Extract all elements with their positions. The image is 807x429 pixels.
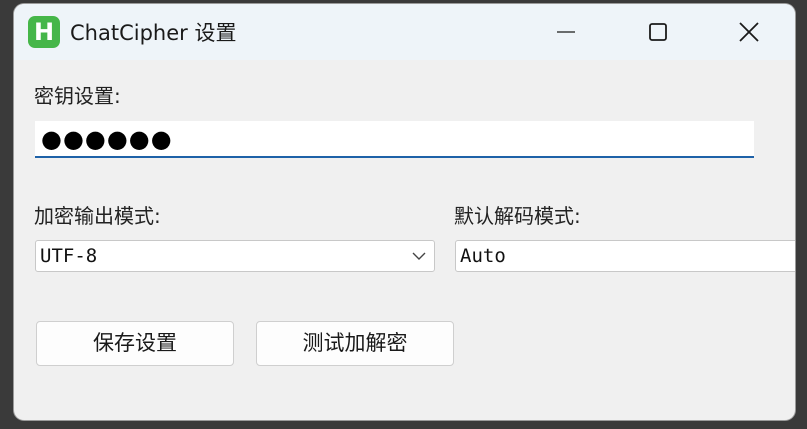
default-decode-mode-value: Auto xyxy=(460,245,506,267)
password-mask: ●●●●●● xyxy=(41,125,173,153)
test-encrypt-decrypt-button[interactable]: 测试加解密 xyxy=(256,321,454,366)
encrypt-output-mode-value: UTF-8 xyxy=(40,245,98,267)
encrypt-output-mode-select[interactable]: UTF-8 xyxy=(35,240,435,272)
close-icon xyxy=(739,22,759,42)
app-logo-icon: H xyxy=(28,16,60,48)
chevron-down-icon xyxy=(412,252,426,260)
settings-window: H ChatCipher 设置 密钥设置: ●●●●●● 加密输出模式: UTF… xyxy=(14,4,795,420)
default-decode-mode-label: 默认解码模式: xyxy=(454,204,581,228)
key-settings-label: 密钥设置: xyxy=(34,84,121,108)
save-settings-button[interactable]: 保存设置 xyxy=(36,321,234,366)
maximize-button[interactable] xyxy=(612,4,704,60)
window-title: ChatCipher 设置 xyxy=(70,21,237,45)
minimize-icon xyxy=(557,31,575,33)
key-password-input[interactable]: ●●●●●● xyxy=(35,121,754,158)
default-decode-mode-select[interactable]: Auto xyxy=(455,240,795,272)
title-bar[interactable]: H ChatCipher 设置 xyxy=(14,4,795,60)
encrypt-output-mode-label: 加密输出模式: xyxy=(34,204,161,228)
close-button[interactable] xyxy=(703,4,795,60)
maximize-icon xyxy=(649,23,667,41)
minimize-button[interactable] xyxy=(520,4,612,60)
